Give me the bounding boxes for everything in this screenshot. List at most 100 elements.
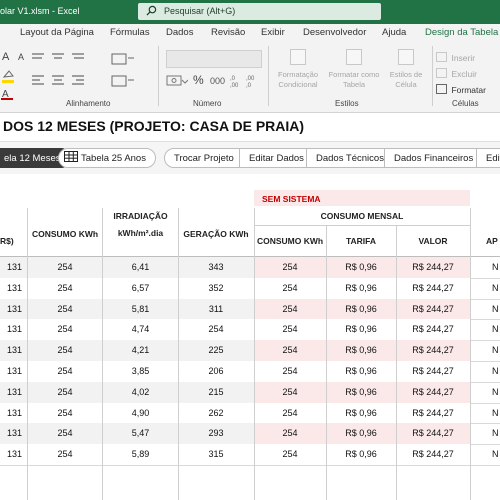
tab-dados[interactable]: Dados [166, 27, 193, 38]
table-cell[interactable]: R$ 0,96 [326, 304, 396, 314]
table-cell[interactable]: R$ 244,27 [396, 324, 470, 334]
table-cell[interactable]: 6,41 [103, 262, 178, 272]
table-cell[interactable]: N [492, 387, 500, 397]
nav-tabela-25-anos[interactable]: Tabela 25 Anos [58, 148, 156, 168]
table-cell[interactable]: N [492, 283, 500, 293]
table-cell[interactable]: 225 [178, 345, 254, 355]
table-cell[interactable]: R$ 244,27 [396, 304, 470, 314]
format-button[interactable]: Formatar [436, 80, 486, 98]
currency-icon[interactable] [166, 73, 188, 89]
table-cell[interactable]: 131 [0, 304, 22, 314]
percent-button[interactable]: % [193, 73, 204, 87]
table-cell[interactable]: N [492, 366, 500, 376]
tab-exibir[interactable]: Exibir [261, 27, 285, 38]
table-cell[interactable]: R$ 0,96 [326, 428, 396, 438]
table-cell[interactable]: R$ 244,27 [396, 262, 470, 272]
table-cell[interactable]: R$ 244,27 [396, 283, 470, 293]
table-cell[interactable]: 131 [0, 408, 22, 418]
table-cell[interactable]: 254 [28, 345, 102, 355]
table-cell[interactable]: 254 [28, 449, 102, 459]
table-cell[interactable]: 293 [178, 428, 254, 438]
cond-format-button[interactable]: Formatação Condicional [272, 48, 324, 90]
table-cell[interactable]: 131 [0, 387, 22, 397]
table-cell[interactable]: 254 [28, 366, 102, 376]
table-cell[interactable]: 254 [254, 428, 326, 438]
table-cell[interactable]: 254 [254, 366, 326, 376]
decimal-icons[interactable]: ,0,00,00,0 [230, 72, 260, 88]
table-cell[interactable]: 5,89 [103, 449, 178, 459]
table-cell[interactable]: R$ 244,27 [396, 345, 470, 355]
table-cell[interactable]: 131 [0, 262, 22, 272]
table-cell[interactable]: 215 [178, 387, 254, 397]
table-cell[interactable]: 131 [0, 324, 22, 334]
nav-editar-cut[interactable]: Edita [476, 148, 500, 168]
wrap-merge-icons[interactable] [110, 52, 140, 92]
table-cell[interactable]: N [492, 449, 500, 459]
table-cell[interactable]: 343 [178, 262, 254, 272]
table-cell[interactable]: 131 [0, 428, 22, 438]
table-cell[interactable]: 262 [178, 408, 254, 418]
table-cell[interactable]: 254 [28, 408, 102, 418]
tab-formulas[interactable]: Fórmulas [110, 27, 150, 38]
table-cell[interactable]: 4,21 [103, 345, 178, 355]
table-cell[interactable]: 315 [178, 449, 254, 459]
nav-dados-tecnicos[interactable]: Dados Técnicos [306, 148, 394, 168]
table-cell[interactable]: 254 [28, 304, 102, 314]
table-cell[interactable]: 254 [254, 283, 326, 293]
table-cell[interactable]: 254 [254, 449, 326, 459]
thousands-button[interactable]: 000 [210, 76, 225, 86]
table-cell[interactable]: R$ 244,27 [396, 428, 470, 438]
table-cell[interactable]: R$ 0,96 [326, 449, 396, 459]
table-cell[interactable]: 206 [178, 366, 254, 376]
table-cell[interactable]: R$ 0,96 [326, 387, 396, 397]
table-cell[interactable]: 131 [0, 345, 22, 355]
table-cell[interactable]: N [492, 304, 500, 314]
tab-layout[interactable]: Layout da Página [20, 27, 94, 38]
table-cell[interactable]: 254 [254, 408, 326, 418]
table-cell[interactable]: 254 [28, 387, 102, 397]
table-cell[interactable]: 254 [28, 324, 102, 334]
nav-trocar-projeto[interactable]: Trocar Projeto [164, 148, 244, 168]
table-cell[interactable]: 4,90 [103, 408, 178, 418]
table-cell[interactable]: 311 [178, 304, 254, 314]
table-cell[interactable]: 254 [254, 387, 326, 397]
table-cell[interactable]: R$ 244,27 [396, 449, 470, 459]
tab-ajuda[interactable]: Ajuda [382, 27, 406, 38]
table-cell[interactable]: R$ 244,27 [396, 366, 470, 376]
table-cell[interactable]: N [492, 428, 500, 438]
table-cell[interactable]: N [492, 324, 500, 334]
cell-styles-button[interactable]: Estilos de Célula [384, 48, 428, 90]
table-cell[interactable]: N [492, 345, 500, 355]
table-cell[interactable]: 131 [0, 366, 22, 376]
table-cell[interactable]: R$ 0,96 [326, 366, 396, 376]
nav-editar-dados[interactable]: Editar Dados [239, 148, 314, 168]
table-cell[interactable]: R$ 0,96 [326, 408, 396, 418]
table-cell[interactable]: R$ 0,96 [326, 345, 396, 355]
table-cell[interactable]: R$ 244,27 [396, 387, 470, 397]
table-cell[interactable]: 131 [0, 449, 22, 459]
table-cell[interactable]: 254 [254, 262, 326, 272]
format-table-button[interactable]: Formatar como Tabela [326, 48, 382, 90]
table-cell[interactable]: 5,81 [103, 304, 178, 314]
tab-revisao[interactable]: Revisão [211, 27, 245, 38]
table-cell[interactable]: 4,74 [103, 324, 178, 334]
tab-desenvolvedor[interactable]: Desenvolvedor [303, 27, 366, 38]
table-cell[interactable]: 254 [254, 324, 326, 334]
font-color-icon[interactable]: A [0, 88, 20, 100]
table-cell[interactable]: 254 [178, 324, 254, 334]
number-format-select[interactable] [166, 50, 262, 68]
table-cell[interactable]: 4,02 [103, 387, 178, 397]
table-cell[interactable]: 254 [254, 304, 326, 314]
search-box[interactable]: Pesquisar (Alt+G) [138, 3, 381, 20]
table-cell[interactable]: 3,85 [103, 366, 178, 376]
table-cell[interactable]: R$ 244,27 [396, 408, 470, 418]
table-cell[interactable]: N [492, 408, 500, 418]
fill-color-icon[interactable] [0, 68, 20, 84]
table-cell[interactable]: 6,57 [103, 283, 178, 293]
table-cell[interactable]: 254 [28, 262, 102, 272]
alignment-icons[interactable] [28, 50, 118, 100]
tab-design-tabela[interactable]: Design da Tabela [425, 27, 498, 38]
nav-dados-financeiros[interactable]: Dados Financeiros [384, 148, 484, 168]
table-cell[interactable]: 352 [178, 283, 254, 293]
table-cell[interactable]: 254 [28, 283, 102, 293]
